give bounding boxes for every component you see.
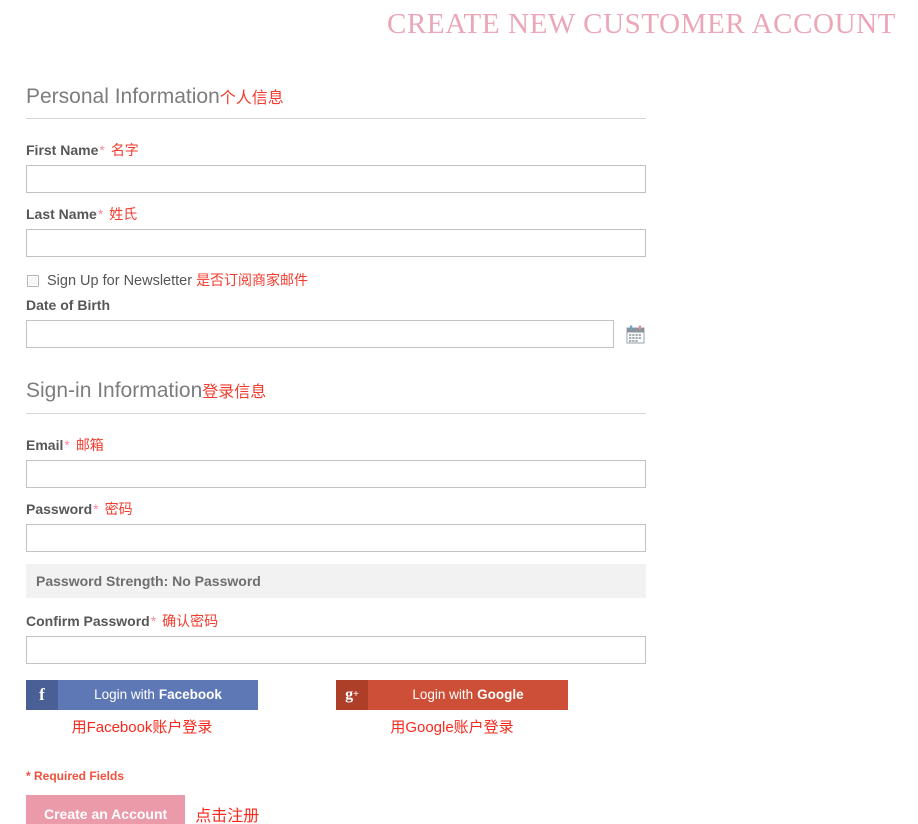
required-asterisk: *	[150, 612, 157, 629]
section-heading-signin-information-cn: 登录信息	[202, 384, 267, 402]
confirm-password-label-cn: 确认密码	[162, 612, 219, 629]
google-brand-name: Google	[477, 687, 524, 702]
section-heading-signin-information-label: Sign-in Information	[26, 379, 203, 403]
google-login-cn: 用Google账户登录	[390, 718, 514, 736]
first-name-label: First Name* 名字	[26, 141, 646, 159]
confirm-password-label: Confirm Password* 确认密码	[26, 612, 646, 630]
page-title: Create New Customer Account	[387, 8, 896, 40]
password-label-text: Password	[26, 500, 93, 517]
create-account-cn: 点击注册	[195, 807, 260, 824]
google-login-button[interactable]: g + Login with Google	[336, 679, 568, 710]
field-confirm-password: Confirm Password* 确认密码	[26, 612, 646, 664]
create-account-button[interactable]: Create an Account	[26, 794, 186, 824]
required-asterisk: *	[97, 206, 104, 223]
first-name-input[interactable]	[26, 165, 646, 194]
field-first-name: First Name* 名字	[26, 141, 646, 194]
field-email: Email* 邮箱	[26, 436, 646, 488]
date-of-birth-label: Date of Birth	[26, 297, 110, 314]
date-of-birth-input[interactable]	[26, 320, 614, 349]
email-label-text: Email	[26, 436, 64, 453]
facebook-f-icon: f	[26, 679, 58, 710]
google-login-block: g + Login with Google 用Google账户登录	[336, 679, 568, 737]
confirm-password-label-text: Confirm Password	[26, 612, 150, 629]
date-of-birth-row	[26, 320, 646, 349]
newsletter-checkbox[interactable]	[27, 274, 39, 287]
facebook-brand-name: Facebook	[158, 687, 222, 702]
field-date-of-birth: Date of Birth	[26, 296, 646, 349]
google-plus-glyph: +	[353, 688, 359, 700]
first-name-label-cn: 名字	[110, 142, 139, 159]
newsletter-label-text: Sign Up for Newsletter	[47, 273, 193, 290]
create-account-page: Create New Customer Account Personal Inf…	[0, 0, 918, 824]
first-name-label-text: First Name	[26, 142, 99, 159]
facebook-login-button[interactable]: f Login with Facebook	[26, 679, 258, 710]
section-heading-personal-information: Personal Information个人信息	[26, 84, 646, 120]
last-name-label: Last Name* 姓氏	[26, 205, 646, 223]
google-g-glyph: g	[345, 685, 354, 703]
facebook-login-prefix: Login with	[94, 687, 155, 702]
field-last-name: Last Name* 姓氏	[26, 205, 646, 258]
last-name-label-cn: 姓氏	[109, 206, 138, 223]
last-name-input[interactable]	[26, 229, 646, 258]
password-label-cn: 密码	[104, 500, 133, 517]
field-password: Password* 密码	[26, 500, 646, 552]
newsletter-label-cn: 是否订阅商家邮件	[196, 272, 309, 289]
google-plus-icon: g +	[336, 679, 368, 710]
email-label: Email* 邮箱	[26, 436, 646, 454]
section-heading-personal-information-cn: 个人信息	[219, 90, 284, 107]
email-input[interactable]	[26, 459, 646, 488]
email-label-cn: 邮箱	[75, 436, 104, 453]
submit-row: Create an Account 点击注册	[26, 794, 646, 824]
password-label: Password* 密码	[26, 500, 646, 518]
newsletter-label: Sign Up for Newsletter 是否订阅商家邮件	[47, 271, 308, 290]
registration-form: Personal Information个人信息 First Name* 名字 L…	[26, 84, 646, 824]
required-fields-note: * Required Fields	[26, 768, 125, 783]
required-asterisk: *	[99, 142, 105, 159]
password-strength-indicator: Password Strength: No Password	[26, 563, 646, 598]
google-login-label: Login with Google	[368, 680, 568, 710]
required-asterisk: *	[93, 500, 99, 517]
calendar-icon[interactable]	[626, 325, 645, 344]
confirm-password-input[interactable]	[26, 635, 646, 664]
required-asterisk: *	[64, 436, 70, 453]
newsletter-row: Sign Up for Newsletter 是否订阅商家邮件	[26, 271, 646, 290]
section-heading-personal-information-label: Personal Information	[26, 85, 220, 108]
google-login-prefix: Login with	[412, 687, 474, 702]
password-input[interactable]	[26, 523, 646, 552]
social-login-row: f Login with Facebook 用Facebook账户登录 g + Lo…	[26, 679, 646, 737]
facebook-login-block: f Login with Facebook 用Facebook账户登录	[26, 679, 258, 737]
facebook-login-cn: 用Facebook账户登录	[71, 718, 213, 736]
section-heading-signin-information: Sign-in Information登录信息	[26, 378, 646, 414]
facebook-login-label: Login with Facebook	[58, 680, 258, 710]
last-name-label-text: Last Name	[26, 206, 97, 223]
